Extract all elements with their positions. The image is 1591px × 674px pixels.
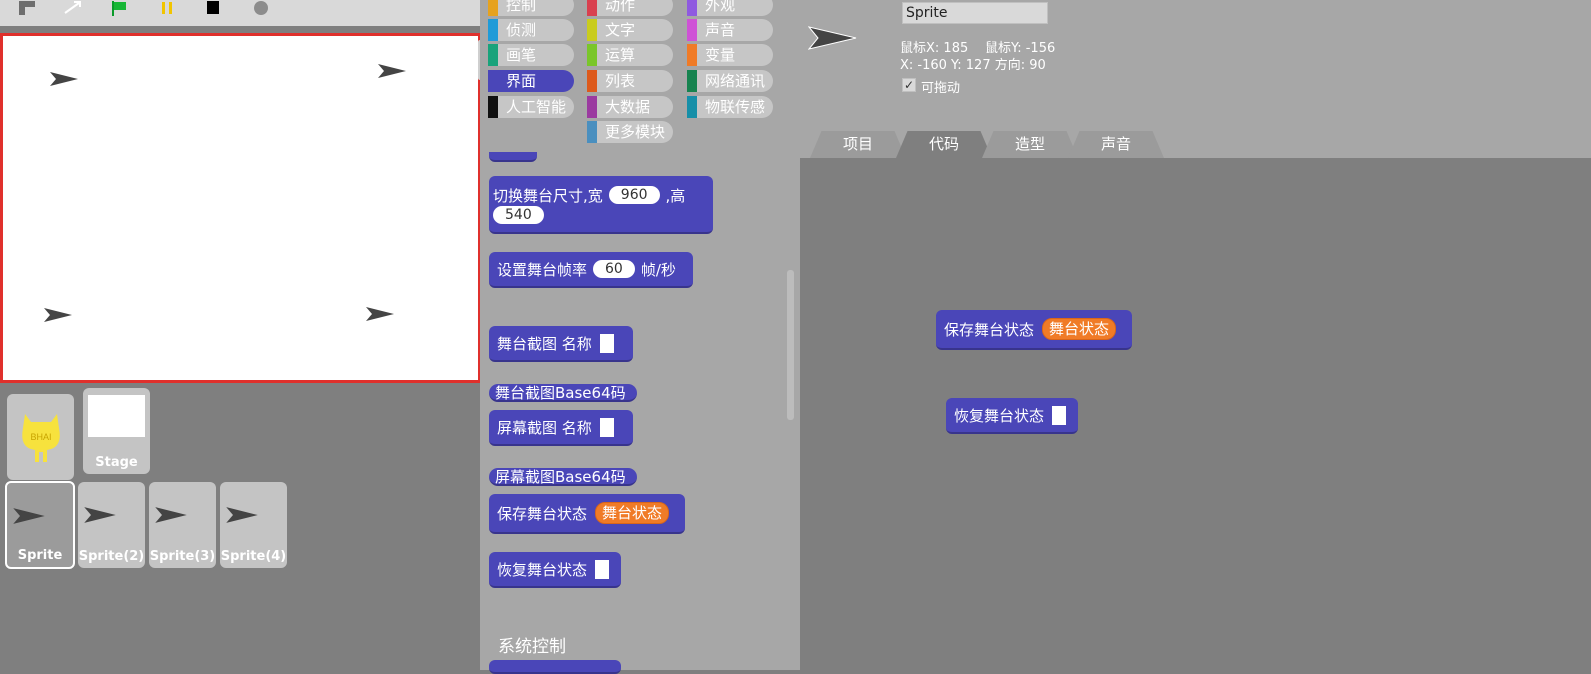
category-motion[interactable]: 动作 <box>587 0 673 16</box>
stage-logo-thumb[interactable]: BHAI <box>7 394 74 480</box>
tab-code[interactable]: 代码 <box>896 131 992 158</box>
width-input[interactable]: 960 <box>608 186 660 204</box>
category-sensing[interactable]: 侦测 <box>488 19 574 41</box>
stage-toolbar <box>0 0 480 26</box>
current-sprite-icon <box>808 26 857 50</box>
state-slot[interactable] <box>1052 405 1067 425</box>
sprite-corral: BHAI Stage Sprite Sprite(2) Sprite(3) Sp… <box>0 386 480 670</box>
stage-canvas[interactable] <box>0 33 481 383</box>
category-sound[interactable]: 声音 <box>687 19 773 41</box>
sprite-position-readout: X: -160 Y: 127 方向: 90 <box>900 58 1046 73</box>
partial-block[interactable] <box>489 660 621 674</box>
block-set-framerate[interactable]: 设置舞台帧率 60 帧/秒 <box>489 252 693 288</box>
name-slot[interactable] <box>599 333 614 353</box>
block-stage-screenshot[interactable]: 舞台截图 名称 <box>489 326 633 362</box>
stop-icon[interactable] <box>204 0 222 16</box>
tab-project[interactable]: 项目 <box>810 131 906 158</box>
script-area[interactable] <box>800 158 1591 670</box>
partial-block[interactable] <box>489 152 537 162</box>
category-text[interactable]: 文字 <box>587 19 673 41</box>
sprite-thumb[interactable]: Sprite <box>5 481 75 569</box>
block-set-stage-size[interactable]: 切换舞台尺寸,宽 960 ,高 540 <box>489 176 713 234</box>
category-iot[interactable]: 物联传感 <box>687 96 773 118</box>
script-save-stage-state[interactable]: 保存舞台状态 舞台状态 <box>936 310 1132 350</box>
stage-state-variable[interactable]: 舞台状态 <box>595 502 670 524</box>
height-input[interactable]: 540 <box>493 205 544 224</box>
sprite-arrow[interactable] <box>377 63 407 79</box>
category-more[interactable]: 更多模块 <box>587 121 673 143</box>
sprite-arrow-icon <box>226 507 258 523</box>
sprite-thumb[interactable]: Sprite(4) <box>220 482 287 568</box>
sprite-thumb[interactable]: Sprite(3) <box>149 482 216 568</box>
stage-thumb-label: Stage <box>95 455 138 470</box>
category-control[interactable]: 控制 <box>488 0 574 16</box>
block-restore-stage-state[interactable]: 恢复舞台状态 <box>489 552 621 588</box>
draggable-label: 可拖动 <box>921 81 961 96</box>
sprite-name-input[interactable]: Sprite <box>902 2 1048 24</box>
category-selector: 控制 侦测 画笔 界面 人工智能 动作 文字 运算 列表 大数据 更多模块 外观… <box>480 0 800 158</box>
script-restore-stage-state[interactable]: 恢复舞台状态 <box>946 398 1078 434</box>
tab-costumes[interactable]: 造型 <box>982 131 1078 158</box>
category-ai[interactable]: 人工智能 <box>488 96 574 118</box>
stage-size-icon[interactable] <box>18 0 36 16</box>
tab-sounds[interactable]: 声音 <box>1068 131 1164 158</box>
state-slot[interactable] <box>595 559 610 579</box>
sprite-arrow[interactable] <box>365 306 395 322</box>
category-bigdata[interactable]: 大数据 <box>587 96 673 118</box>
category-variables[interactable]: 变量 <box>687 44 773 66</box>
category-operators[interactable]: 运算 <box>587 44 673 66</box>
stage-thumb[interactable]: Stage <box>83 388 150 474</box>
palette-scrollbar[interactable] <box>787 270 794 420</box>
octocat-icon: BHAI <box>22 414 60 462</box>
section-title-system-control: 系统控制 <box>498 637 566 657</box>
sprite-arrow-icon <box>84 507 116 523</box>
name-slot[interactable] <box>599 417 614 437</box>
record-icon[interactable] <box>252 0 270 16</box>
svg-text:BHAI: BHAI <box>30 432 51 442</box>
fullscreen-icon[interactable] <box>62 0 82 16</box>
category-network[interactable]: 网络通讯 <box>687 70 773 92</box>
sprite-arrow-icon <box>13 508 45 524</box>
sprite-thumb[interactable]: Sprite(2) <box>78 482 145 568</box>
category-interface[interactable]: 界面 <box>488 70 574 92</box>
category-looks[interactable]: 外观 <box>687 0 773 16</box>
category-pen[interactable]: 画笔 <box>488 44 574 66</box>
sprite-arrow-icon <box>155 507 187 523</box>
pause-icon[interactable] <box>158 0 176 16</box>
block-screen-screenshot-base64[interactable]: 屏幕截图Base64码 <box>489 468 637 486</box>
category-lists[interactable]: 列表 <box>587 70 673 92</box>
green-flag-icon[interactable] <box>110 0 128 16</box>
sprite-arrow[interactable] <box>49 71 79 87</box>
fps-input[interactable]: 60 <box>593 260 635 278</box>
block-save-stage-state[interactable]: 保存舞台状态 舞台状态 <box>489 494 685 534</box>
block-stage-screenshot-base64[interactable]: 舞台截图Base64码 <box>489 384 637 402</box>
draggable-checkbox[interactable]: ✓ <box>902 78 916 92</box>
sprite-arrow[interactable] <box>43 307 73 323</box>
block-screen-screenshot[interactable]: 屏幕截图 名称 <box>489 410 633 446</box>
stage-state-variable[interactable]: 舞台状态 <box>1042 318 1117 340</box>
